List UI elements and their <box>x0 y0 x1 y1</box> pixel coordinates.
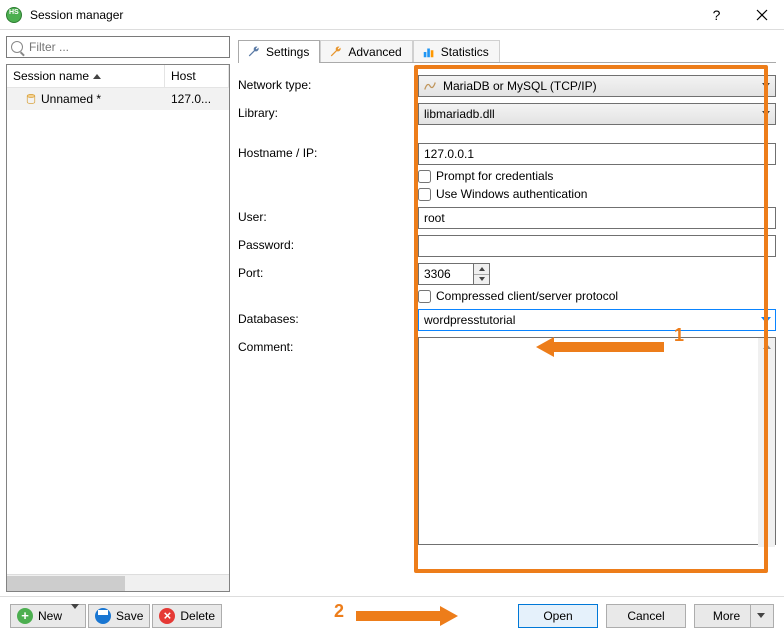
label-network-type: Network type: <box>238 75 418 92</box>
tab-bar: Settings Advanced Statistics <box>238 36 776 62</box>
label-library: Library: <box>238 103 418 120</box>
button-bar: + New Save × Delete Open Cancel More 2 <box>0 596 784 634</box>
spinner-down[interactable] <box>474 275 489 285</box>
session-host: 127.0... <box>165 92 229 106</box>
chevron-down-icon <box>762 111 770 116</box>
annotation-label-2: 2 <box>334 601 344 622</box>
close-button[interactable] <box>739 0 784 30</box>
chevron-down-icon <box>762 83 770 88</box>
app-icon <box>6 7 22 23</box>
button-label: Open <box>543 609 572 623</box>
column-label: Session name <box>13 69 89 83</box>
delete-button[interactable]: × Delete <box>152 604 222 628</box>
settings-form: Network type: MariaDB or MySQL (TCP/IP) … <box>238 62 776 596</box>
chevron-down-icon <box>761 317 771 323</box>
label-port: Port: <box>238 263 418 280</box>
session-list-header: Session name Host <box>7 65 229 88</box>
bar-chart-icon <box>422 45 436 59</box>
delete-icon: × <box>159 608 175 624</box>
annotation-arrow-2 <box>356 606 458 626</box>
port-input[interactable] <box>418 263 474 285</box>
window-title: Session manager <box>30 8 123 22</box>
checkbox-label: Use Windows authentication <box>436 187 587 201</box>
button-label: New <box>38 609 62 623</box>
hostname-input[interactable] <box>418 143 776 165</box>
compressed-protocol-checkbox[interactable] <box>418 290 431 303</box>
help-button[interactable]: ? <box>694 0 739 30</box>
label-comment: Comment: <box>238 337 418 354</box>
plus-icon: + <box>17 608 33 624</box>
library-select[interactable]: libmariadb.dll <box>418 103 776 125</box>
tab-settings[interactable]: Settings <box>238 40 320 63</box>
new-button[interactable]: + New <box>10 604 86 628</box>
tab-statistics[interactable]: Statistics <box>413 40 500 63</box>
button-label: Delete <box>180 609 215 623</box>
databases-combo[interactable]: wordpresstutorial <box>418 309 776 331</box>
spinner-up[interactable] <box>474 264 489 275</box>
label-user: User: <box>238 207 418 224</box>
checkbox-label: Compressed client/server protocol <box>436 289 618 303</box>
column-session-name[interactable]: Session name <box>7 65 165 87</box>
label-databases: Databases: <box>238 309 418 326</box>
button-label: Cancel <box>627 609 664 623</box>
select-value: MariaDB or MySQL (TCP/IP) <box>443 79 597 93</box>
vertical-scrollbar[interactable] <box>758 338 775 547</box>
save-icon <box>95 608 111 624</box>
password-input[interactable] <box>418 235 776 257</box>
comment-textarea[interactable] <box>418 337 776 545</box>
wrench-icon <box>247 45 261 59</box>
windows-auth-checkbox[interactable] <box>418 188 431 201</box>
user-input[interactable] <box>418 207 776 229</box>
horizontal-scrollbar[interactable] <box>7 574 229 591</box>
more-dropdown[interactable] <box>750 605 765 627</box>
session-db-icon <box>25 93 37 105</box>
tab-advanced[interactable]: Advanced <box>320 40 412 63</box>
network-type-select[interactable]: MariaDB or MySQL (TCP/IP) <box>418 75 776 97</box>
column-host[interactable]: Host <box>165 65 229 87</box>
button-label: Save <box>116 609 143 623</box>
scrollbar-thumb[interactable] <box>7 576 125 591</box>
new-dropdown[interactable] <box>67 609 79 623</box>
save-button[interactable]: Save <box>88 604 150 628</box>
prompt-credentials-checkbox[interactable] <box>418 170 431 183</box>
button-label: More <box>713 609 740 623</box>
select-value: libmariadb.dll <box>424 107 495 121</box>
tab-label: Settings <box>266 45 309 59</box>
sort-asc-icon <box>93 74 101 79</box>
wrench-orange-icon <box>329 45 343 59</box>
session-panel: Session name Host Unnamed * 127.0... <box>0 30 234 596</box>
filter-box[interactable] <box>6 36 230 58</box>
titlebar: Session manager ? <box>0 0 784 30</box>
db-mysql-icon <box>423 79 437 93</box>
port-spinner[interactable] <box>474 263 490 285</box>
more-button[interactable]: More <box>694 604 774 628</box>
tab-label: Statistics <box>441 45 489 59</box>
scroll-up-arrow[interactable] <box>758 338 775 355</box>
checkbox-label: Prompt for credentials <box>436 169 553 183</box>
filter-input[interactable] <box>27 39 225 55</box>
session-list: Session name Host Unnamed * 127.0... <box>6 64 230 592</box>
session-name: Unnamed * <box>41 92 101 106</box>
cancel-button[interactable]: Cancel <box>606 604 686 628</box>
combo-value: wordpresstutorial <box>424 313 515 327</box>
tab-label: Advanced <box>348 45 401 59</box>
session-row[interactable]: Unnamed * 127.0... <box>7 88 229 110</box>
open-button[interactable]: Open <box>518 604 598 628</box>
label-password: Password: <box>238 235 418 252</box>
settings-panel: Settings Advanced Statistics Network typ… <box>234 30 784 596</box>
search-icon <box>11 41 23 53</box>
label-hostname: Hostname / IP: <box>238 143 418 160</box>
